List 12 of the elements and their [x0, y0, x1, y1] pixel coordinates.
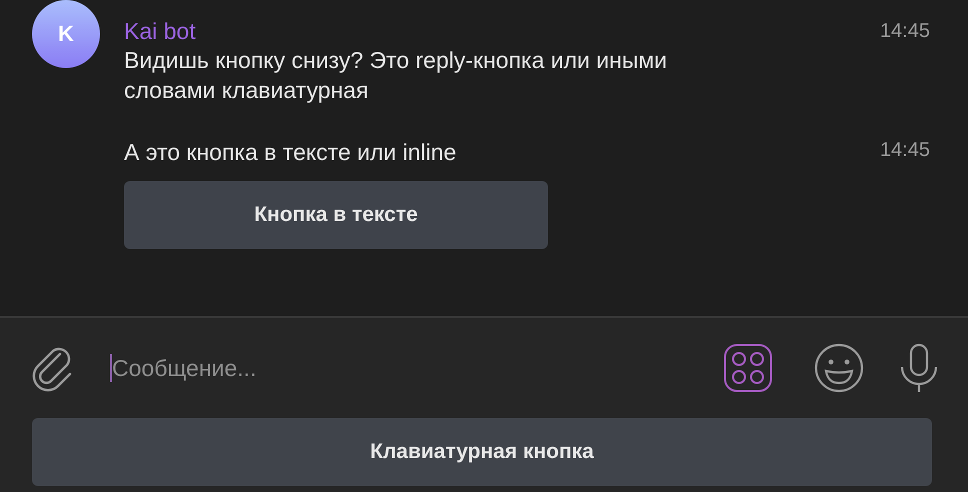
message-time: 14:45	[880, 138, 930, 163]
emoji-icon[interactable]	[814, 343, 864, 393]
inline-button[interactable]: Кнопка в тексте	[124, 181, 548, 249]
message-time: 14:45	[880, 19, 930, 44]
keyboard-button[interactable]: Клавиатурная кнопка	[32, 418, 932, 486]
keyboard-toggle-icon[interactable]	[724, 344, 772, 392]
avatar: K	[32, 0, 100, 68]
microphone-icon[interactable]	[900, 343, 938, 393]
message-text: Видишь кнопку снизу? Это reply-кнопка или иными словами клавиатурная	[124, 46, 668, 105]
message-text: А это кнопка в тексте или inline	[124, 138, 456, 167]
message-input[interactable]: Сообщение...	[112, 354, 724, 382]
sender-name: Kai bot	[124, 18, 196, 44]
